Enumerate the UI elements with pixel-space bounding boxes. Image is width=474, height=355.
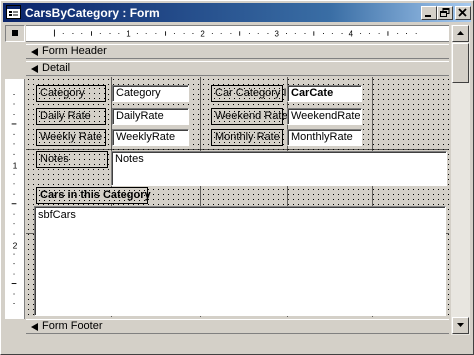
weekly-rate-label[interactable]: Weekly Rate [36,129,106,146]
ruler-number-2: 2 [200,30,205,39]
subform-label-text: Cars in this Category [40,189,151,201]
vruler-number-1: 1 [13,161,18,171]
grid-line [26,149,449,150]
subform-label[interactable]: Cars in this Category [36,187,151,204]
section-arrow-icon [31,48,38,56]
restore-icon [440,8,450,17]
minimize-icon [425,15,431,17]
notes-label[interactable]: Notes [36,151,108,168]
vertical-scrollbar[interactable] [451,25,470,335]
form-design-window: CarsByCategory : Form 1 2 3 4 1 2 Form H… [0,0,474,355]
arrow-down-icon [457,323,464,327]
car-category-id-textbox[interactable]: CarCate [287,85,362,102]
close-button[interactable] [455,6,471,20]
horizontal-scroll-area [5,335,451,352]
category-label-text: Category [40,87,85,99]
monthly-rate-label[interactable]: Monthly Rate [211,129,283,146]
form-header-bar[interactable]: Form Header [26,44,449,59]
detail-bar[interactable]: Detail [26,61,449,76]
form-selector[interactable] [5,25,25,42]
weekend-rate-textbox[interactable]: WeekendRate [287,108,362,125]
daily-rate-textbox[interactable]: DailyRate [112,108,189,125]
section-arrow-icon [31,65,38,73]
arrow-up-icon [457,31,464,35]
scroll-thumb[interactable] [452,43,469,83]
minimize-button[interactable] [421,6,437,20]
weekly-rate-label-text: Weekly Rate [40,131,103,143]
cars-subform[interactable]: sbfCars [34,206,446,316]
form-footer-bar[interactable]: Form Footer [26,319,449,334]
form-header-label: Form Header [42,45,107,57]
weekly-rate-textbox[interactable]: WeeklyRate [112,129,189,146]
category-textbox[interactable]: Category [112,85,189,102]
restore-button[interactable] [437,6,453,20]
daily-rate-label[interactable]: Daily Rate [36,108,106,125]
form-selector-icon [12,30,18,36]
notes-textbox[interactable]: Notes [111,151,447,186]
window-title: CarsByCategory : Form [25,6,160,20]
close-icon [458,8,467,17]
daily-rate-label-text: Daily Rate [40,110,91,122]
weekend-rate-label[interactable]: Weekend Rate [211,108,288,125]
car-category-id-label-text: Car Category ID [215,87,295,99]
title-bar[interactable]: CarsByCategory : Form [3,3,471,22]
weekend-rate-label-text: Weekend Rate [215,110,288,122]
scroll-up-button[interactable] [452,25,469,42]
ruler-number-4: 4 [349,30,354,39]
detail-label: Detail [42,62,71,74]
category-label[interactable]: Category [36,85,106,102]
section-arrow-icon [31,323,38,331]
notes-label-text: Notes [40,153,69,165]
vertical-ruler[interactable]: 1 2 [5,79,25,319]
monthly-rate-label-text: Monthly Rate [215,131,280,143]
horizontal-ruler[interactable]: 1 2 3 4 [26,25,449,42]
ruler-number-3: 3 [275,30,280,39]
form-footer-label: Form Footer [42,320,103,332]
vruler-number-2: 2 [13,240,18,250]
car-category-id-label[interactable]: Car Category ID [211,85,294,102]
form-icon[interactable] [6,5,21,19]
monthly-rate-textbox[interactable]: MonthlyRate [287,129,362,146]
scroll-down-button[interactable] [452,317,469,334]
ruler-number-1: 1 [126,30,131,39]
